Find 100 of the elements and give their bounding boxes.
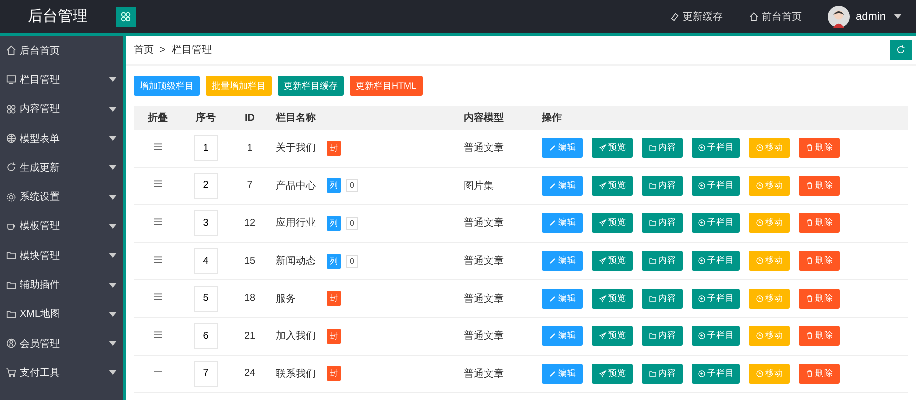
action-button[interactable]: 预览 — [592, 364, 633, 384]
action-button[interactable]: 编辑 — [542, 364, 583, 384]
sidebar-label: 模板管理 — [20, 220, 60, 234]
gear-icon — [6, 192, 17, 203]
action-button[interactable]: 子栏目 — [692, 364, 740, 384]
toolbar-button[interactable]: 更新栏目缓存 — [278, 76, 344, 96]
action-button[interactable]: 删除 — [799, 288, 840, 309]
sidebar-item[interactable]: 辅助插件 — [0, 270, 123, 300]
user-name[interactable]: admin — [856, 10, 886, 22]
menu-toggle-button[interactable] — [116, 6, 136, 26]
breadcrumb-item[interactable]: 首页 — [134, 43, 154, 57]
sidebar-item[interactable]: 栏目管理 — [0, 65, 123, 95]
menu-lines-icon[interactable] — [153, 218, 163, 226]
clock-icon — [756, 182, 764, 190]
sidebar-item[interactable]: 支付工具 — [0, 358, 123, 388]
action-button[interactable]: 子栏目 — [692, 326, 740, 346]
action-button[interactable]: 子栏目 — [692, 288, 740, 309]
model-cell: 普通文章 — [464, 256, 504, 268]
menu-lines-icon[interactable] — [153, 256, 163, 264]
order-input[interactable]: 3 — [194, 210, 218, 236]
header-link[interactable]: 前台首页 — [749, 10, 802, 24]
action-button[interactable]: 预览 — [592, 251, 633, 272]
sidebar-item[interactable]: 模型表单 — [0, 124, 123, 154]
sidebar-item[interactable]: 生成更新 — [0, 153, 123, 182]
menu-lines-icon[interactable] — [153, 180, 163, 188]
action-button[interactable]: 子栏目 — [692, 176, 740, 196]
action-button[interactable]: 内容 — [642, 213, 683, 234]
sidebar-item[interactable]: 后台首页 — [0, 36, 123, 66]
plus-icon — [698, 182, 706, 190]
action-button[interactable]: 内容 — [642, 364, 683, 384]
action-button[interactable]: 删除 — [799, 176, 840, 196]
action-button[interactable]: 内容 — [642, 176, 683, 196]
sidebar-item[interactable]: 模板管理 — [0, 212, 123, 242]
eraser-icon — [670, 12, 680, 22]
action-button[interactable]: 删除 — [799, 364, 840, 384]
user-icon — [6, 338, 17, 350]
action-button[interactable]: 删除 — [799, 213, 840, 234]
action-button[interactable]: 子栏目 — [692, 251, 740, 272]
action-button[interactable]: 删除 — [799, 326, 840, 346]
menu-lines-icon[interactable] — [153, 330, 163, 339]
column-header: ID — [230, 106, 270, 130]
action-button[interactable]: 编辑 — [542, 326, 583, 346]
folder-icon — [648, 332, 656, 340]
sidebar-item[interactable]: 会员管理 — [0, 328, 123, 358]
sidebar-item[interactable]: XML地图 — [0, 300, 123, 329]
folder-icon — [648, 219, 656, 228]
folder-icon — [6, 308, 17, 320]
action-button[interactable]: 预览 — [592, 288, 633, 309]
sidebar-label: 模块管理 — [20, 250, 60, 263]
sidebar-label: 支付工具 — [20, 366, 60, 380]
caret-icon[interactable] — [894, 14, 902, 19]
breadcrumb-item[interactable]: 栏目管理 — [172, 43, 212, 57]
action-button[interactable]: 预览 — [592, 326, 633, 346]
action-button[interactable]: 编辑 — [542, 213, 583, 234]
order-input[interactable]: 1 — [194, 135, 218, 162]
action-button[interactable]: 内容 — [642, 138, 683, 158]
action-button[interactable]: 子栏目 — [692, 138, 740, 158]
grid-icon — [6, 104, 17, 115]
sidebar-item[interactable]: 系统设置 — [0, 182, 123, 212]
action-button[interactable]: 删除 — [799, 138, 840, 158]
action-button[interactable]: 内容 — [642, 251, 683, 272]
column-header: 折叠 — [134, 106, 182, 130]
logo-title: 后台管理 — [27, 7, 89, 26]
id-cell: 15 — [244, 256, 256, 267]
header-link[interactable]: 更新缓存 — [670, 10, 724, 24]
action-button[interactable]: 编辑 — [542, 288, 583, 309]
folder-icon — [648, 144, 656, 152]
action-button[interactable]: 编辑 — [542, 138, 583, 158]
sidebar-item[interactable]: 模块管理 — [0, 241, 123, 270]
action-button[interactable]: 预览 — [592, 176, 633, 196]
action-button[interactable]: 内容 — [642, 288, 683, 309]
plus-icon — [698, 144, 706, 152]
id-cell: 7 — [247, 180, 253, 192]
order-input[interactable]: 5 — [194, 286, 218, 312]
order-input[interactable]: 6 — [194, 323, 218, 350]
action-button[interactable]: 子栏目 — [692, 213, 740, 234]
action-button[interactable]: 预览 — [592, 138, 633, 158]
refresh-button[interactable] — [890, 40, 912, 60]
trash-icon — [806, 144, 814, 152]
menu-lines-icon[interactable] — [153, 142, 163, 151]
toolbar-button[interactable]: 更新栏目HTML — [350, 76, 422, 96]
toolbar-button[interactable]: 增加顶级栏目 — [134, 76, 200, 96]
order-input[interactable]: 2 — [194, 172, 218, 199]
order-input[interactable]: 4 — [194, 248, 218, 274]
sidebar-item[interactable]: 内容管理 — [0, 94, 123, 124]
menu-lines-icon[interactable] — [153, 293, 163, 302]
model-cell: 普通文章 — [464, 368, 504, 380]
trash-icon — [806, 332, 814, 340]
order-input[interactable]: 7 — [194, 360, 218, 387]
breadcrumb-item[interactable]: > — [160, 44, 166, 56]
action-button[interactable]: 删除 — [799, 251, 840, 272]
action-button[interactable]: 编辑 — [542, 251, 583, 272]
folder-icon — [6, 250, 17, 262]
model-cell: 普通文章 — [464, 218, 504, 230]
id-cell: 21 — [244, 330, 256, 342]
folder-icon — [6, 280, 17, 291]
action-button[interactable]: 编辑 — [542, 176, 583, 196]
action-button[interactable]: 预览 — [592, 213, 633, 234]
action-button[interactable]: 内容 — [642, 326, 683, 346]
plus-icon — [698, 219, 706, 228]
